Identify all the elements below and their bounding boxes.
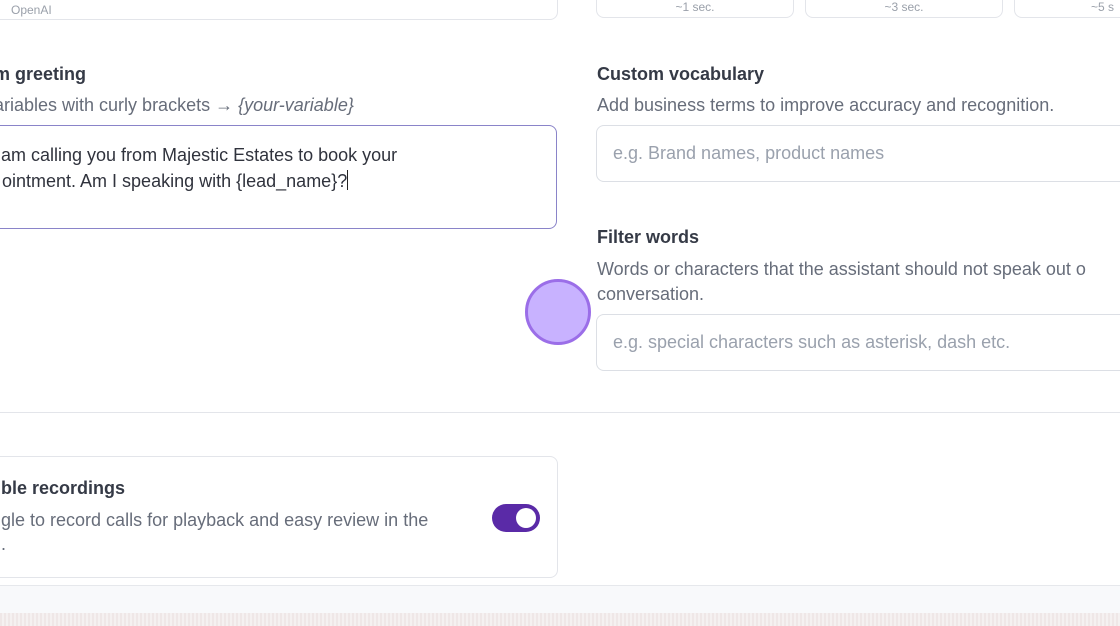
footer-bar (0, 585, 1120, 614)
latency-option-label: ~3 sec. (884, 0, 924, 14)
filter-words-input[interactable]: e.g. special characters such as asterisk… (596, 314, 1120, 371)
provider-label: OpenAI (11, 3, 52, 17)
filter-words-label: Filter words (597, 227, 700, 247)
recordings-label: ble recordings (1, 478, 126, 498)
greeting-text-line-2: ointment. Am I speaking with {lead_name}… (2, 168, 349, 194)
vocabulary-input[interactable]: e.g. Brand names, product names (596, 125, 1120, 182)
latency-option-label: ~1 sec. (675, 0, 715, 14)
greeting-help: ariables with curly brackets → {your-var… (0, 95, 354, 116)
latency-option-label: ~5 s (1091, 0, 1115, 14)
bottom-strip (0, 613, 1120, 626)
latency-option-3[interactable]: ~3 sec. (805, 0, 1003, 18)
greeting-label: m greeting (0, 64, 87, 84)
greeting-text-line-1: am calling you from Majestic Estates to … (1, 145, 398, 165)
text-caret (347, 170, 349, 190)
latency-option-1[interactable]: ~1 sec. (596, 0, 794, 18)
section-divider (0, 412, 1120, 413)
greeting-help-example: {your-variable} (238, 95, 354, 115)
greeting-text-line-2-text: ointment. Am I speaking with {lead_name}… (2, 171, 348, 191)
latency-option-5[interactable]: ~5 s (1014, 0, 1120, 18)
recordings-toggle[interactable] (492, 504, 540, 532)
filter-words-placeholder: e.g. special characters such as asterisk… (613, 332, 1011, 352)
recordings-help-line-2: . (1, 534, 7, 554)
model-provider-card[interactable]: OpenAI (0, 0, 558, 20)
vocabulary-placeholder: e.g. Brand names, product names (613, 143, 885, 163)
touch-indicator (525, 279, 591, 345)
recordings-card: ble recordings gle to record calls for p… (0, 456, 558, 578)
toggle-knob (516, 508, 536, 528)
greeting-help-prefix: ariables with curly brackets → (0, 95, 239, 115)
filter-words-help-line-1: Words or characters that the assistant s… (597, 259, 1086, 279)
vocabulary-label: Custom vocabulary (597, 64, 765, 84)
vocabulary-help: Add business terms to improve accuracy a… (597, 95, 1055, 115)
greeting-textarea[interactable]: am calling you from Majestic Estates to … (0, 125, 557, 229)
recordings-help-line-1: gle to record calls for playback and eas… (1, 510, 429, 530)
filter-words-help-line-2: conversation. (597, 284, 705, 304)
